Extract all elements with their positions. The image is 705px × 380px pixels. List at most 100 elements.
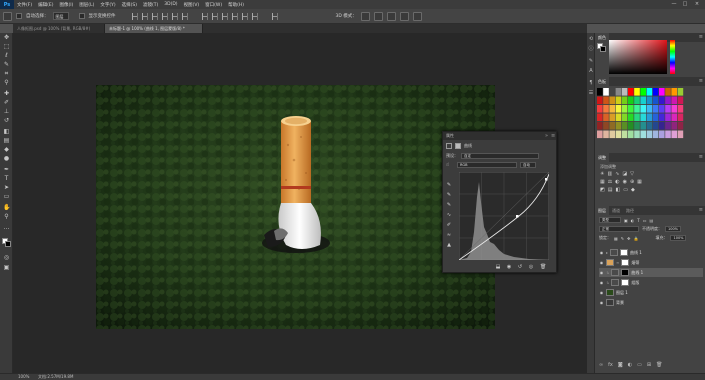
swatch[interactable] — [615, 122, 622, 130]
filter-type-icon[interactable]: T — [637, 218, 639, 223]
filter-smart-icon[interactable]: ▤ — [650, 218, 654, 223]
swatch[interactable] — [640, 113, 646, 122]
align-left-icon[interactable] — [131, 12, 138, 20]
swatch[interactable] — [609, 105, 615, 113]
swatch[interactable] — [659, 88, 665, 96]
distribute-middle-icon[interactable] — [211, 12, 218, 20]
selective-color-icon[interactable]: ◆ — [631, 187, 635, 193]
preset-dropdown[interactable]: 自定 — [461, 153, 539, 159]
swatch[interactable] — [677, 88, 684, 96]
swatch[interactable] — [621, 88, 628, 96]
show-transform-checkbox[interactable] — [78, 13, 85, 19]
swatch[interactable] — [597, 130, 603, 139]
swatch[interactable] — [652, 113, 659, 122]
rectangle-tool-icon[interactable]: ▭ — [3, 194, 10, 200]
swatches-grid[interactable] — [597, 88, 685, 142]
swatch[interactable] — [628, 113, 634, 122]
tab-layers[interactable]: 图层 — [595, 206, 609, 215]
brush-panel-icon[interactable]: ✎ — [588, 58, 594, 64]
zoom-tool-icon[interactable]: ⚲ — [3, 214, 10, 220]
swatch[interactable] — [615, 96, 622, 105]
eye-icon[interactable]: ◉ — [599, 270, 604, 275]
marquee-tool-icon[interactable]: ⬚ — [3, 44, 10, 50]
pen-tool-icon[interactable]: ✒ — [3, 167, 10, 173]
swatch[interactable] — [659, 113, 665, 122]
distribute-top-icon[interactable] — [201, 12, 208, 20]
close-button[interactable]: × — [694, 1, 700, 7]
swatch[interactable] — [628, 105, 634, 113]
menu-filter[interactable]: 滤镜(T) — [140, 2, 161, 8]
align-center-icon[interactable] — [141, 12, 148, 20]
swatch[interactable] — [677, 113, 684, 122]
layer-mask-thumbnail[interactable] — [621, 279, 630, 286]
gradient-tool-icon[interactable]: ▤ — [3, 138, 10, 144]
menu-layer[interactable]: 图层(L) — [76, 2, 97, 8]
3d-roll-icon[interactable] — [373, 11, 383, 21]
add-mask-icon[interactable]: ◙ — [618, 362, 623, 368]
panel-header[interactable]: 属性 » ≡ — [443, 132, 556, 140]
screen-mode-icon[interactable]: ▣ — [3, 265, 10, 271]
filter-adjustment-icon[interactable]: ◐ — [631, 218, 635, 223]
clone-stamp-tool-icon[interactable]: ⊥ — [3, 109, 10, 115]
hue-slider[interactable] — [670, 40, 675, 74]
healing-brush-tool-icon[interactable]: ✚ — [3, 91, 10, 97]
layer-kind-dropdown[interactable]: 类型 — [599, 217, 621, 223]
dodge-tool-icon[interactable]: ● — [3, 156, 10, 162]
swatch[interactable] — [609, 113, 615, 122]
align-right-icon[interactable] — [151, 12, 158, 20]
quick-select-tool-icon[interactable]: ✎ — [3, 62, 10, 68]
3d-rotate-icon[interactable] — [360, 11, 370, 21]
hand-adjust-icon[interactable]: ☝ — [446, 162, 454, 168]
menu-select[interactable]: 选择(S) — [119, 2, 140, 8]
menu-image[interactable]: 图像(I) — [56, 2, 76, 8]
vibrance-icon[interactable]: ▽ — [630, 171, 634, 177]
delete-layer-icon[interactable]: 🗑 — [656, 362, 662, 368]
blend-mode-dropdown[interactable]: 正常 — [599, 226, 639, 232]
curves-properties-panel[interactable]: 属性 » ≡ 曲线 预设： 自定 ☝ RGB 自动 ✎ ✎ ✎ ∿ ✐ ≈ ▲ … — [442, 131, 557, 273]
crop-tool-icon[interactable]: ⌗ — [3, 71, 10, 77]
auto-button[interactable]: 自动 — [520, 162, 536, 168]
layer-row[interactable]: ◉ 背景 — [599, 298, 703, 307]
swatch[interactable] — [652, 96, 659, 105]
maximize-button[interactable]: □ — [682, 1, 688, 7]
black-white-icon[interactable]: ◐ — [615, 179, 619, 185]
swatch[interactable] — [646, 88, 653, 96]
3d-scale-icon[interactable] — [412, 11, 422, 21]
tab-swatches[interactable]: 色板 — [595, 77, 609, 86]
swatch[interactable] — [659, 122, 665, 130]
threshold-icon[interactable]: ◧ — [615, 187, 620, 193]
swatch[interactable] — [597, 88, 603, 96]
type-tool-icon[interactable]: T — [3, 176, 10, 182]
swatch[interactable] — [621, 130, 628, 139]
distribute-right-icon[interactable] — [251, 12, 258, 20]
channel-dropdown[interactable]: RGB — [457, 162, 517, 168]
tab-portrait-psd[interactable]: 人像抠图.psd @ 100% (背景, RGB/8#) — [13, 24, 105, 33]
distribute-left-icon[interactable] — [231, 12, 238, 20]
tab-color[interactable]: 颜色 — [595, 33, 609, 42]
swatch[interactable] — [646, 96, 653, 105]
layer-mask-thumbnail[interactable] — [621, 269, 630, 276]
swatch[interactable] — [659, 96, 665, 105]
swatch[interactable] — [652, 122, 659, 130]
tab-paths[interactable]: 路径 — [623, 206, 637, 215]
pencil-draw-icon[interactable]: ✐ — [446, 222, 452, 228]
swatch[interactable] — [671, 113, 677, 122]
swatch[interactable] — [597, 113, 603, 122]
gradient-map-icon[interactable]: ▭ — [623, 187, 628, 193]
auto-select-dropdown[interactable]: 图层 — [52, 12, 69, 20]
swatch[interactable] — [677, 130, 684, 139]
app-logo[interactable]: Ps — [0, 0, 14, 9]
tab-untitled-1[interactable]: 未标题-1 @ 100% (曲线 1, 图层蒙版/8) * — [105, 24, 203, 33]
smooth-icon[interactable]: ≈ — [446, 232, 452, 238]
paragraph-panel-icon[interactable]: ¶ — [588, 80, 594, 86]
swatch[interactable] — [671, 96, 677, 105]
visibility-icon[interactable]: ◎ — [528, 264, 534, 270]
menu-window[interactable]: 窗口(W) — [202, 2, 225, 8]
swatch[interactable] — [634, 122, 640, 130]
eye-icon[interactable]: ◉ — [599, 280, 604, 285]
swatch[interactable] — [634, 88, 640, 96]
menu-type[interactable]: 文字(Y) — [97, 2, 118, 8]
swatch[interactable] — [621, 105, 628, 113]
swatch[interactable] — [665, 113, 671, 122]
sample-white-icon[interactable]: ✎ — [446, 202, 452, 208]
